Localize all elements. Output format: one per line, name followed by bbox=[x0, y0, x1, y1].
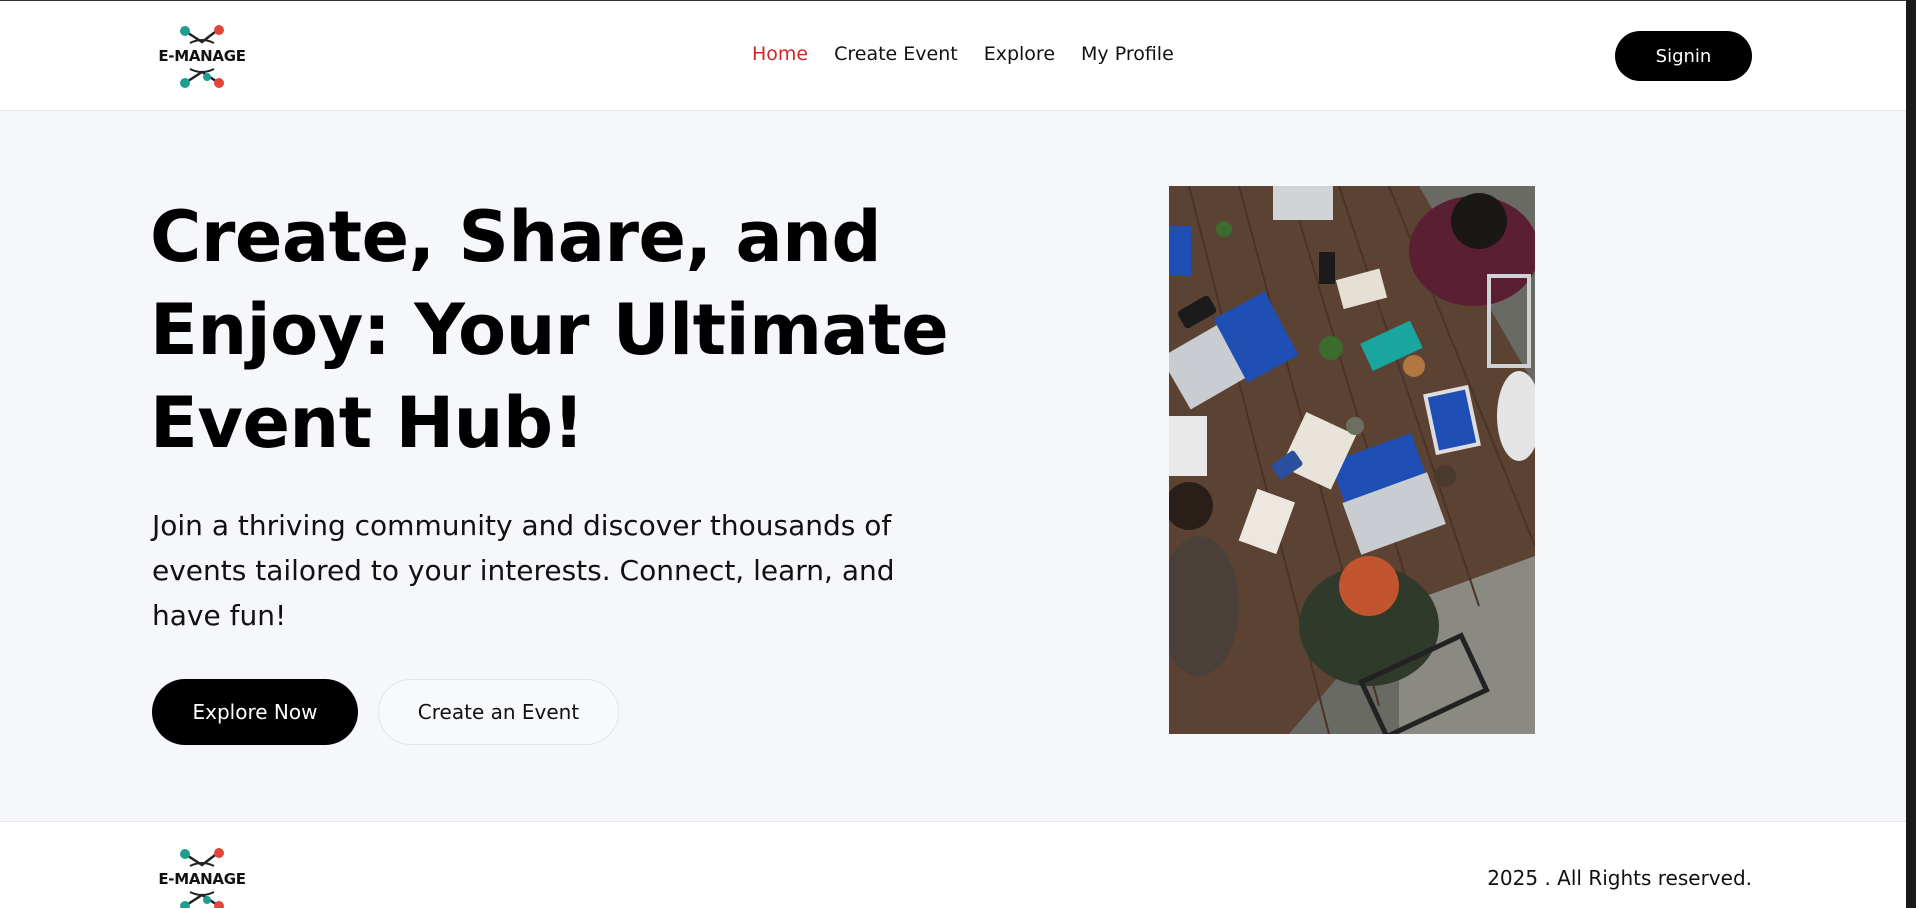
hero-headline: Create, Share, and Enjoy: Your Ultimate … bbox=[150, 191, 970, 470]
headline-line-3: Event Hub! bbox=[150, 382, 585, 464]
hero-subtext: Join a thriving community and discover t… bbox=[152, 509, 895, 632]
brand-logo[interactable]: E-MANAGE bbox=[152, 25, 252, 89]
nav-my-profile[interactable]: My Profile bbox=[1081, 43, 1174, 65]
nav-explore[interactable]: Explore bbox=[984, 43, 1055, 65]
site-header: E-MANAGE Home Create Event Explore My Pr… bbox=[0, 1, 1906, 111]
site-footer: E-MANAGE 2025 . All Rights reserved. bbox=[0, 821, 1906, 908]
explore-now-button[interactable]: Explore Now bbox=[152, 679, 358, 745]
footer-logo[interactable]: E-MANAGE bbox=[152, 848, 252, 908]
main-nav: Home Create Event Explore My Profile bbox=[752, 43, 1174, 65]
team-meeting-photo-illustration bbox=[1169, 186, 1535, 734]
logo-text: E-MANAGE bbox=[158, 47, 246, 65]
hero-photo bbox=[1169, 186, 1535, 734]
footer-logo-text: E-MANAGE bbox=[158, 870, 246, 888]
nav-create-event[interactable]: Create Event bbox=[834, 43, 958, 65]
signin-button[interactable]: Signin bbox=[1615, 31, 1752, 81]
copyright-text: 2025 . All Rights reserved. bbox=[1487, 866, 1752, 890]
create-an-event-button[interactable]: Create an Event bbox=[378, 679, 619, 745]
nav-home[interactable]: Home bbox=[752, 43, 808, 65]
window-scrollbar-edge bbox=[1906, 0, 1916, 908]
headline-line-2: Enjoy: Your Ultimate bbox=[150, 289, 949, 371]
hero-section: Create, Share, and Enjoy: Your Ultimate … bbox=[0, 111, 1906, 821]
headline-line-1: Create, Share, and bbox=[150, 196, 882, 278]
